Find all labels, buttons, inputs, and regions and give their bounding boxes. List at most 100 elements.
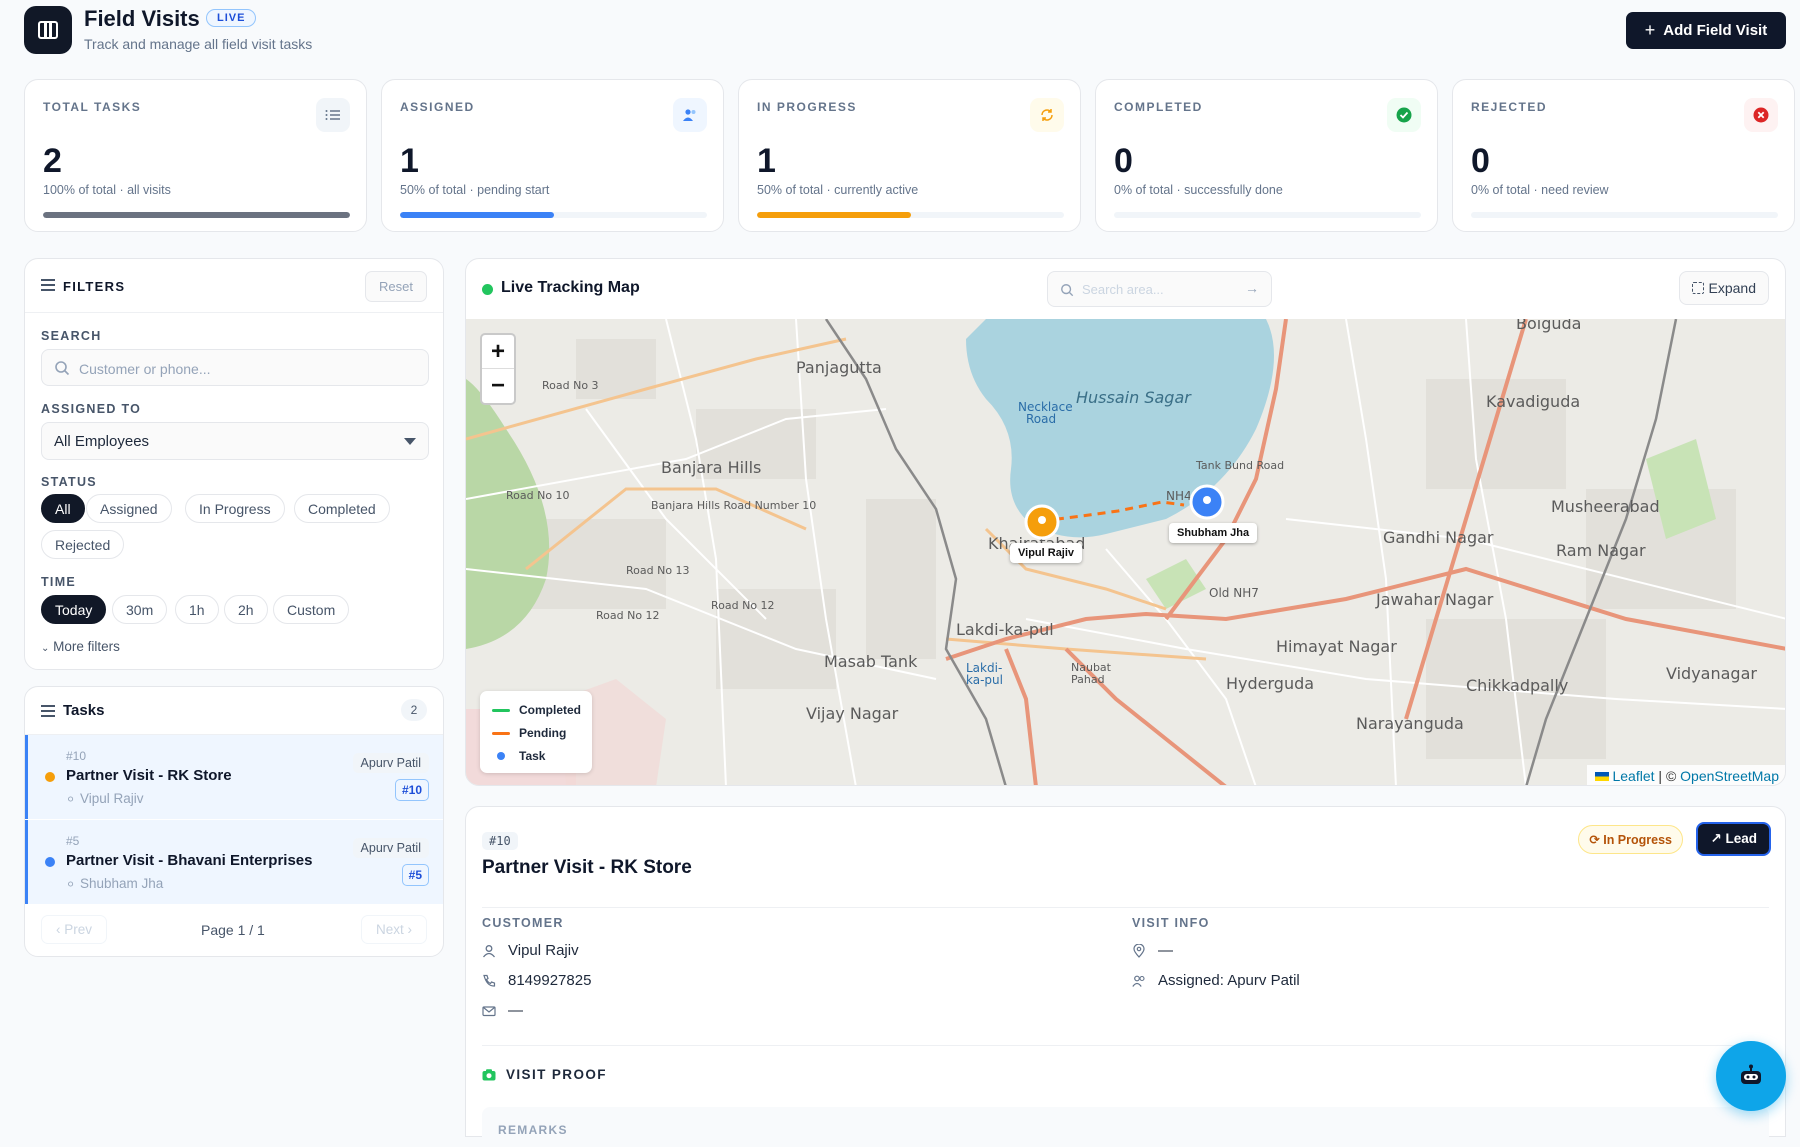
pin-label-vipul[interactable]: Vipul Rajiv xyxy=(1010,543,1083,563)
legend-pending: Pending xyxy=(519,726,567,740)
chevron-down-icon: ⌄ xyxy=(41,643,50,654)
arrow-right-icon[interactable]: → xyxy=(1245,280,1259,296)
robot-icon xyxy=(1741,1064,1761,1084)
stat-progress-bar xyxy=(43,212,350,218)
customer-email: — xyxy=(508,1002,523,1019)
stat-card-in-progress[interactable]: IN PROGRESS 1 50% of total · currently act… xyxy=(738,79,1081,232)
task-list-item[interactable]: #10 Partner Visit - RK Store ⚪ Vipul Rajiv A… xyxy=(25,735,443,819)
page-subtitle: Track and manage all field visit tasks xyxy=(84,36,313,52)
status-chip-assigned[interactable]: Assigned xyxy=(86,494,172,523)
task-name: Partner Visit - RK Store xyxy=(66,767,232,784)
stat-progress-fill xyxy=(757,212,911,218)
status-chip-in-progress[interactable]: In Progress xyxy=(185,494,285,523)
svg-text:Banjara Hills Road Number 10: Banjara Hills Road Number 10 xyxy=(651,499,816,512)
search-label: SEARCH xyxy=(41,329,102,343)
assigned-to-select[interactable]: All Employees xyxy=(41,422,429,460)
task-detail-panel: #10 Partner Visit - RK Store ⟳ In Progre… xyxy=(465,806,1786,1147)
tasks-panel: Tasks 2 #10 Partner Visit - RK Store ⚪ Vipu… xyxy=(24,686,444,957)
time-chip-30m[interactable]: 30m xyxy=(112,595,168,624)
stat-progress-bar xyxy=(757,212,1064,218)
svg-text:Lakdi-ka-pul: Lakdi-ka-pul xyxy=(956,620,1054,639)
external-link-icon: ↗ xyxy=(1710,831,1722,846)
svg-text:Boiguda: Boiguda xyxy=(1516,319,1581,333)
mail-icon xyxy=(482,1006,496,1017)
status-label: STATUS xyxy=(41,475,97,489)
stat-card-assigned[interactable]: ASSIGNED 1 50% of total · pending start xyxy=(381,79,724,232)
lead-label: Lead xyxy=(1725,831,1757,846)
app-logo xyxy=(24,6,72,54)
task-customer: Vipul Rajiv xyxy=(80,791,144,806)
stat-label: TOTAL TASKS xyxy=(43,100,142,114)
attribution-separator: | © xyxy=(1654,768,1681,784)
tasks-count-badge: 2 xyxy=(401,699,427,721)
prev-page-button[interactable]: ‹ Prev xyxy=(41,915,108,944)
stat-progress-bar xyxy=(400,212,707,218)
status-chip-completed[interactable]: Completed xyxy=(294,494,390,523)
time-chip-2h[interactable]: 2h xyxy=(224,595,268,624)
stat-value: 0 xyxy=(1471,142,1490,180)
plus-icon: + xyxy=(1644,20,1656,40)
stat-card-total-tasks[interactable]: TOTAL TASKS 2 100% of total · all visits xyxy=(24,79,367,232)
svg-text:Road No 12: Road No 12 xyxy=(711,599,775,612)
openstreetmap-link[interactable]: OpenStreetMap xyxy=(1680,768,1779,784)
zoom-out-button[interactable]: − xyxy=(482,369,514,403)
visit-info-label: VISIT INFO xyxy=(1132,916,1210,930)
page-header: Field Visits LIVE Track and manage all f… xyxy=(0,0,1800,62)
map-title: Live Tracking Map xyxy=(501,279,640,296)
svg-text:Hyderguda: Hyderguda xyxy=(1226,674,1314,693)
more-filters-toggle[interactable]: ⌄ More filters xyxy=(41,639,120,654)
lead-button[interactable]: ↗ Lead xyxy=(1696,822,1771,856)
status-chip-rejected[interactable]: Rejected xyxy=(41,530,125,559)
search-input[interactable]: Customer or phone... xyxy=(41,349,429,386)
stat-value: 2 xyxy=(43,142,62,180)
svg-text:Road: Road xyxy=(1026,412,1056,426)
svg-text:Tank Bund Road: Tank Bund Road xyxy=(1195,459,1284,472)
expand-map-button[interactable]: Expand xyxy=(1678,271,1769,305)
task-status-dot xyxy=(45,857,55,867)
customer-phone[interactable]: 8149927825 xyxy=(508,972,591,989)
reset-button[interactable]: Reset xyxy=(365,271,427,302)
time-chip-custom[interactable]: Custom xyxy=(273,595,350,624)
visit-assigned: Assigned: Apurv Patil xyxy=(1158,972,1300,989)
chatbot-button[interactable] xyxy=(1716,1041,1786,1111)
svg-text:Old NH7: Old NH7 xyxy=(1209,586,1259,600)
pagination: ‹ Prev Page 1 / 1 Next › xyxy=(25,909,443,949)
tasks-title: Tasks xyxy=(63,702,105,719)
pin-label-shubham[interactable]: Shubham Jha xyxy=(1169,523,1258,543)
map-pin-icon xyxy=(1133,944,1145,958)
legend-completed: Completed xyxy=(519,703,582,717)
svg-text:Himayat Nagar: Himayat Nagar xyxy=(1276,637,1397,656)
stat-card-rejected[interactable]: REJECTED 0 0% of total · need review xyxy=(1452,79,1795,232)
list-icon xyxy=(41,705,55,717)
stat-card-completed[interactable]: COMPLETED 0 0% of total · successfully don… xyxy=(1095,79,1438,232)
map-canvas[interactable]: Panjagutta Hussain Sagar Kavadiguda Banj… xyxy=(466,319,1785,785)
remarks-label: REMARKS xyxy=(498,1123,568,1137)
svg-text:Hussain Sagar: Hussain Sagar xyxy=(1076,388,1192,407)
leaflet-link[interactable]: Leaflet xyxy=(1612,768,1654,784)
task-list-item[interactable]: #5 Partner Visit - Bhavani Enterprises ⚪ Sh… xyxy=(25,820,443,904)
map-icon xyxy=(38,21,58,39)
expand-label: Expand xyxy=(1708,280,1756,296)
live-tracking-map-card: Live Tracking Map Search area... → Expan… xyxy=(465,258,1786,786)
add-field-visit-label: Add Field Visit xyxy=(1663,22,1768,39)
time-chip-1h[interactable]: 1h xyxy=(175,595,219,624)
zoom-in-button[interactable]: + xyxy=(482,335,514,369)
stat-label: ASSIGNED xyxy=(400,100,475,114)
list-icon xyxy=(316,98,350,132)
zoom-control: + − xyxy=(480,333,516,405)
search-icon xyxy=(1061,284,1074,297)
status-badge: ⟳ In Progress xyxy=(1578,825,1683,854)
assigned-to-value: All Employees xyxy=(54,433,150,450)
stat-value: 0 xyxy=(1114,142,1133,180)
status-chip-all[interactable]: All xyxy=(41,494,85,523)
time-chip-today[interactable]: Today xyxy=(41,595,107,624)
stat-progress-fill xyxy=(43,212,350,218)
map-search-input[interactable]: Search area... → xyxy=(1047,271,1272,307)
stat-label: IN PROGRESS xyxy=(757,100,857,114)
legend-task: Task xyxy=(519,749,546,763)
user-icon: ⚪ xyxy=(66,794,76,806)
add-field-visit-button[interactable]: + Add Field Visit xyxy=(1626,12,1786,49)
customer-name: Vipul Rajiv xyxy=(508,942,579,959)
next-page-button[interactable]: Next › xyxy=(360,915,427,944)
stat-value: 1 xyxy=(400,142,419,180)
